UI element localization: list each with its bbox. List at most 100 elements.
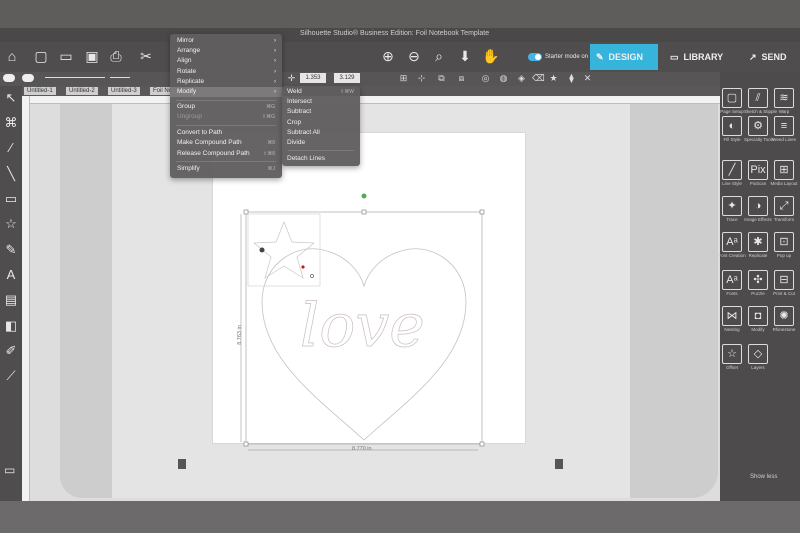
submenu-item-subtract-all[interactable]: Subtract All — [282, 128, 360, 138]
menu-shortcut: ⌘J — [267, 166, 276, 172]
submenu-label: Divide — [287, 139, 306, 146]
right-panel-item-nesting[interactable]: ⋈ Nesting — [718, 306, 746, 332]
menu-item-align[interactable]: Align › — [170, 56, 282, 66]
menu-label: Rotate — [177, 68, 197, 75]
menu-item-replicate[interactable]: Replicate › — [170, 77, 282, 87]
layers-icon: ◇ — [748, 344, 768, 364]
menu-divider — [176, 161, 276, 162]
submenu-item-intersect[interactable]: Intersect — [282, 97, 360, 107]
menu-label: Align — [177, 57, 192, 64]
chevron-right-icon: › — [274, 38, 276, 44]
right-panel-item-label: Weed Lines — [772, 137, 796, 142]
menu-item-group[interactable]: Group ⌘G — [170, 102, 282, 112]
menu-shortcut: ⇧⌘8 — [263, 151, 275, 157]
right-panel-item-image-effects[interactable]: ◑ Image Effects — [744, 196, 772, 222]
menu-label: Mirror — [177, 37, 194, 44]
pop-up-icon: ⊡ — [774, 232, 794, 252]
menu-item-modify[interactable]: Modify › — [170, 87, 282, 97]
right-panel-item-label: Specialty Tools — [744, 137, 774, 142]
right-panel-item-rhinestone[interactable]: ✺ Rhinestone — [770, 306, 798, 332]
menu-item-simplify[interactable]: Simplify ⌘J — [170, 164, 282, 174]
menu-label: Modify — [177, 88, 197, 95]
right-panel-item-media-layout[interactable]: ⊞ Media Layout — [770, 160, 798, 186]
submenu-item-divide[interactable]: Divide — [282, 138, 360, 148]
line-style-icon: ╱ — [722, 160, 742, 180]
sketch-icon: ⫽ — [748, 88, 768, 108]
right-panel-item-label: Trace — [726, 217, 738, 222]
fill-style-icon: ◐ — [722, 116, 742, 136]
right-panel-item-label: Replicate — [748, 253, 768, 258]
width-dimension-label: 8.770 in — [352, 446, 372, 452]
menu-item-rotate[interactable]: Rotate › — [170, 67, 282, 77]
right-panel-item-fonts[interactable]: Aᵃ Fonts — [718, 270, 746, 296]
design-canvas-svg[interactable]: love — [0, 0, 800, 533]
menu-item-arrange[interactable]: Arrange › — [170, 46, 282, 56]
right-panel-item-sketch-stipple[interactable]: ⫽ Sketch & Stipple — [744, 88, 777, 114]
submenu-label: Subtract All — [287, 129, 320, 136]
menu-divider — [176, 100, 276, 101]
menu-shortcut: ⌘8 — [267, 140, 275, 146]
right-panel-item-label: Rhinestone — [772, 327, 796, 332]
right-panel-item-label: Warp — [778, 109, 790, 114]
love-text[interactable]: love — [300, 291, 425, 362]
modify-icon: ◘ — [748, 306, 768, 326]
page-setup-icon: ▢ — [722, 88, 742, 108]
menu-item-convert-to-path[interactable]: Convert to Path — [170, 128, 282, 138]
right-panel-item-label: Fill Style — [723, 137, 741, 142]
right-panel-item-line-style[interactable]: ╱ Line Style — [718, 160, 746, 186]
menu-item-mirror[interactable]: Mirror › — [170, 36, 282, 46]
right-panel-item-offset[interactable]: ☆ Offset — [718, 344, 746, 370]
right-panel-item-weed-lines[interactable]: ≡ Weed Lines — [770, 116, 798, 142]
right-panel-item-puzzle[interactable]: ✣ Puzzle — [744, 270, 772, 296]
puzzle-icon: ✣ — [748, 270, 768, 290]
right-panel-item-modify[interactable]: ◘ Modify — [744, 306, 772, 332]
submenu-label: Weld — [287, 88, 302, 95]
right-panel-item-label: Layers — [751, 365, 765, 370]
menu-item-release-compound-path[interactable]: Release Compound Path ⇧⌘8 — [170, 149, 282, 159]
right-panel-item-warp[interactable]: ≋ Warp — [770, 88, 798, 114]
rhinestone-icon: ✺ — [774, 306, 794, 326]
right-panel-item-label: Pop up — [776, 253, 792, 258]
media-layout-icon: ⊞ — [774, 160, 794, 180]
show-less-link[interactable]: Show less — [750, 474, 777, 480]
font-creation-icon: Aᵃ — [722, 232, 742, 252]
menu-item-make-compound-path[interactable]: Make Compound Path ⌘8 — [170, 138, 282, 148]
submenu-item-subtract[interactable]: Subtract — [282, 107, 360, 117]
right-panel-item-label: Line Style — [722, 181, 742, 186]
fonts-icon: Aᵃ — [722, 270, 742, 290]
menu-label: Release Compound Path — [177, 150, 250, 157]
warp-icon: ≋ — [774, 88, 794, 108]
right-panel-item-label: Nesting — [724, 327, 740, 332]
right-panel-item-trace[interactable]: ✦ Trace — [718, 196, 746, 222]
nesting-icon: ⋈ — [722, 306, 742, 326]
chevron-right-icon: › — [274, 48, 276, 54]
right-panel-item-print-cut[interactable]: ⊟ Print & Cut — [770, 270, 798, 296]
right-panel-item-specialty-tools[interactable]: ⚙ Specialty Tools — [744, 116, 774, 142]
menu-label: Group — [177, 103, 196, 110]
menu-label: Convert to Path — [177, 129, 223, 136]
bottom-bar — [0, 501, 800, 533]
image-effects-icon: ◑ — [748, 196, 768, 216]
menu-shortcut: ⇧⌘G — [261, 114, 275, 120]
right-panel-item-replicate[interactable]: ✱ Replicate — [744, 232, 772, 258]
right-panel-item-transform[interactable]: ⤢ Transform — [770, 196, 798, 222]
star-shape[interactable] — [247, 213, 321, 287]
menu-label: Arrange — [177, 47, 201, 54]
right-panel-item-label: Media Layout — [770, 181, 798, 186]
submenu-item-detach-lines[interactable]: Detach Lines — [282, 154, 360, 164]
menu-label: Ungroup — [177, 113, 202, 120]
right-panel-item-fill-style[interactable]: ◐ Fill Style — [718, 116, 746, 142]
chevron-right-icon: › — [274, 58, 276, 64]
right-panel-item-label: Font Creation — [718, 253, 746, 258]
submenu-item-crop[interactable]: Crop — [282, 118, 360, 128]
right-panel-item-font-creation[interactable]: Aᵃ Font Creation — [718, 232, 746, 258]
right-panel-item-pixscan[interactable]: Pix PixScan — [744, 160, 772, 186]
menu-shortcut: ⌘G — [266, 104, 275, 110]
right-panel-item-page-setup[interactable]: ▢ Page Setup — [718, 88, 746, 114]
right-panel-item-label: PixScan — [749, 181, 767, 186]
offset-icon: ☆ — [722, 344, 742, 364]
right-panel-item-layers[interactable]: ◇ Layers — [744, 344, 772, 370]
right-panel-item-label: Puzzle — [751, 291, 765, 296]
right-panel-item-pop-up[interactable]: ⊡ Pop up — [770, 232, 798, 258]
submenu-item-weld[interactable]: Weld ⇧⌘W — [282, 87, 360, 97]
